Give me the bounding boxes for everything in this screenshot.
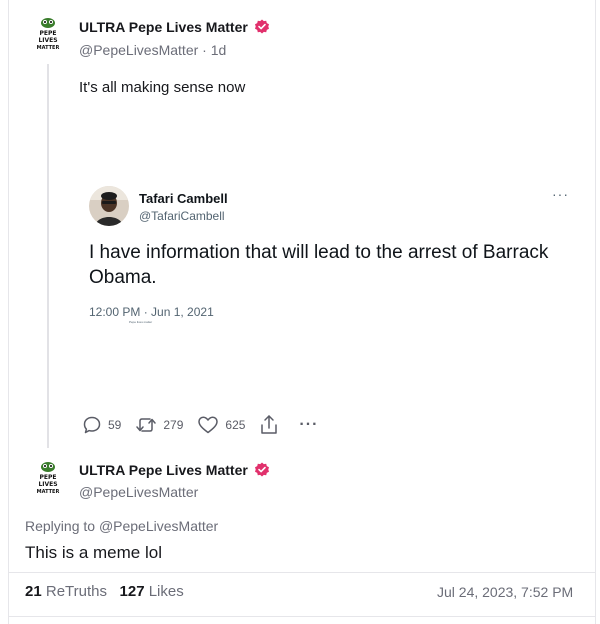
frame-border-left [8,0,9,624]
like-button[interactable]: 625 [197,415,245,435]
post-stats: 21 ReTruths 127 Likes [25,583,184,600]
retruth-button[interactable]: 279 [135,415,183,435]
verified-badge-icon [254,19,269,34]
embedded-tweet-timestamp: 12:00 PM · Jun 1, 2021 [89,305,214,319]
action-bar: 59 279 625 ··· [82,412,332,438]
embedded-tweet[interactable]: Tafari Cambell @TafariCambell ··· I have… [74,164,584,394]
reply-count: 59 [108,418,122,432]
person-avatar-icon [89,186,129,226]
reply-button[interactable]: 59 [82,415,121,435]
embedded-author-handle[interactable]: @TafariCambell [139,209,225,223]
thread-line [47,64,49,448]
comment-icon [83,416,101,434]
original-author-handle[interactable]: @PepeLivesMatter · 1d [79,42,226,58]
reply-author-name[interactable]: ULTRA Pepe Lives Matter [79,462,248,478]
more-dots-icon: ··· [299,416,319,433]
svg-text:MATTER: MATTER [37,45,60,51]
replying-to: Replying to @PepeLivesMatter [25,518,218,534]
post-age: · 1d [202,42,227,58]
replying-prefix: Replying to [25,518,96,534]
reply-author-row[interactable]: ULTRA Pepe Lives Matter [79,462,270,478]
repost-icon [136,418,157,432]
embedded-author-name[interactable]: Tafari Cambell [139,191,228,206]
reply-post-text: This is a meme lol [25,543,162,562]
divider [8,572,596,573]
svg-text:LIVES: LIVES [38,37,57,44]
retruths-stat[interactable]: 21 ReTruths [25,583,107,600]
original-post-text: It's all making sense now [79,79,246,96]
post-date: Jul 24, 2023, 7:52 PM [437,584,574,600]
svg-text:MATTER: MATTER [37,489,60,495]
original-author-row[interactable]: ULTRA Pepe Lives Matter [79,19,270,35]
svg-text:PEPE: PEPE [40,474,57,481]
reply-author-handle[interactable]: @PepeLivesMatter [79,484,198,500]
like-count: 625 [225,418,246,432]
share-button[interactable] [259,414,285,436]
likes-stat[interactable]: 127 Likes [120,583,184,600]
more-button[interactable]: ··· [299,416,318,434]
frame-border-right [595,0,596,624]
heart-icon [198,416,219,434]
embedded-tiny-caption: Pepe lives matter [129,320,153,324]
pepe-avatar-icon[interactable]: PEPE LIVES MATTER [35,462,61,496]
frame-border-bottom [8,616,596,617]
pepe-avatar-icon[interactable]: PEPE LIVES MATTER [35,18,61,52]
tafari-avatar[interactable] [89,186,129,226]
verified-badge-icon [254,462,269,477]
replying-mention-link[interactable]: @PepeLivesMatter [99,518,218,534]
share-icon [261,415,278,434]
svg-text:PEPE: PEPE [40,30,57,37]
embedded-more-icon[interactable]: ··· [552,186,569,202]
embedded-tweet-text: I have information that will lead to the… [89,242,549,288]
svg-text:LIVES: LIVES [38,481,57,488]
original-author-name[interactable]: ULTRA Pepe Lives Matter [79,19,248,35]
retruth-count: 279 [163,418,184,432]
